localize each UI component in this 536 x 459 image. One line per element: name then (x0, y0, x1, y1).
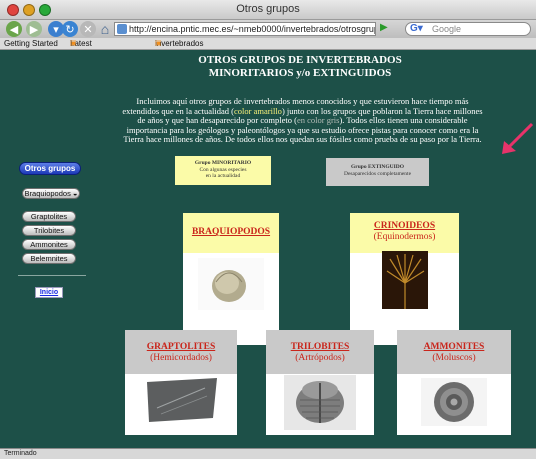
legend-extinguido: Grupo EXTINGUIDO Desaparecidos completam… (326, 158, 429, 186)
card-subtitle: (Hemicordados) (150, 352, 212, 363)
card-ammonites[interactable]: AMMONITES (Moluscos) (397, 330, 511, 435)
card-crinoideos[interactable]: CRINOIDEOS (Equinodermos) (350, 213, 459, 345)
shell-icon: ◒ (72, 189, 78, 198)
card-header: BRAQUIOPODOS (183, 227, 279, 238)
rss-icon: ▣ (70, 40, 77, 47)
page-title: OTROS GRUPOS DE INVERTEBRADOS MINORITARI… (150, 54, 450, 80)
google-icon: G▾ (410, 23, 423, 34)
card-header: TRILOBITES (Artrópodos) (266, 342, 374, 363)
nav-divider (18, 275, 86, 276)
ammonite-fossil-image[interactable] (421, 378, 487, 426)
card-subtitle: (Moluscos) (432, 352, 476, 363)
search-input[interactable]: G▾ Google (405, 22, 531, 36)
card-subtitle: (Artrópodos) (295, 352, 345, 363)
intro-paragraph: Incluimos aquí otros grupos de invertebr… (120, 96, 485, 145)
bookmarks-bar: Getting Started Latest Headlines ▣ inver… (0, 38, 536, 59)
address-bar[interactable]: http://encina.pntic.mec.es/~nmeb0000/inv… (114, 22, 376, 36)
card-title-ammonites[interactable]: AMMONITES (397, 342, 511, 353)
search-placeholder: Google (432, 24, 462, 34)
rss-icon: ▣ (155, 40, 162, 47)
web-page: OTROS GRUPOS DE INVERTEBRADOS MINORITARI… (0, 50, 536, 448)
nav-trilobites-button[interactable]: Trilobites (22, 225, 76, 236)
card-header: CRINOIDEOS (Equinodermos) (350, 221, 459, 242)
legend-minoritario-sub2: en la actualidad (205, 173, 241, 179)
address-text: http://encina.pntic.mec.es/~nmeb0000/inv… (129, 24, 375, 34)
reload-icon[interactable]: ↻ (62, 21, 78, 37)
braquiopodo-fossil-image[interactable] (198, 258, 264, 310)
nav-ammonites-button[interactable]: Ammonites (22, 239, 76, 250)
go-arrow-icon[interactable]: ▶ (380, 22, 392, 36)
window-title: Otros grupos (236, 3, 300, 15)
card-title-crinoideos[interactable]: CRINOIDEOS (350, 221, 459, 232)
card-graptolites[interactable]: GRAPTOLITES (Hemicordados) (125, 330, 237, 435)
stop-icon[interactable]: ✕ (80, 21, 96, 37)
card-braquiopodos[interactable]: BRAQUIOPODOS (183, 213, 279, 345)
bookmark-getting-started[interactable]: Getting Started (4, 38, 58, 49)
intro-yellow-text: color amarillo (234, 105, 282, 116)
intro-gray-text: en color gris (296, 115, 340, 126)
nav-otros-grupos-button[interactable]: Otros grupos (19, 162, 81, 175)
page-title-line1: OTROS GRUPOS DE INVERTEBRADOS (198, 54, 402, 66)
card-trilobites[interactable]: TRILOBITES (Artrópodos) (266, 330, 374, 435)
page-title-line2: MINORITARIOS y/o EXTINGUIDOS (208, 67, 392, 79)
card-header: AMMONITES (Moluscos) (397, 342, 511, 363)
browser-toolbar: ◀ ▶ ▾ ↻ ✕ ⌂ http://encina.pntic.mec.es/~… (0, 20, 536, 38)
nav-graptolites-button[interactable]: Graptolites (22, 211, 76, 222)
back-arrow-icon[interactable]: ◀ (6, 21, 22, 37)
nav-label: Braquiopodos (24, 189, 71, 198)
card-header: GRAPTOLITES (Hemicordados) (125, 342, 237, 363)
crinoideo-image[interactable] (382, 251, 428, 309)
nav-inicio-link[interactable]: Inicio (35, 287, 63, 298)
graptolite-fossil-image[interactable] (147, 378, 217, 422)
card-title-trilobites[interactable]: TRILOBITES (266, 342, 374, 353)
favicon-icon (117, 24, 127, 34)
card-subtitle: (Equinodermos) (373, 231, 436, 242)
trilobite-fossil-image[interactable] (284, 375, 356, 430)
card-title-graptolites[interactable]: GRAPTOLITES (125, 342, 237, 353)
pointer-arrow-icon (502, 122, 534, 154)
nav-braquiopodos-button[interactable]: Braquiopodos ◒ (22, 188, 80, 199)
window-titlebar: Otros grupos (0, 0, 536, 20)
status-bar: Terminado (0, 448, 536, 459)
legend-minoritario: Grupo MINORITARIO Con algunas especies e… (175, 156, 271, 185)
legend-extinguido-sub: Desaparecidos completamente (343, 170, 412, 177)
nav-belemnites-button[interactable]: Belemnites (22, 253, 76, 264)
home-icon[interactable]: ⌂ (97, 21, 113, 37)
card-title-braquiopodos[interactable]: BRAQUIOPODOS (183, 227, 279, 238)
forward-arrow-icon[interactable]: ▶ (26, 21, 42, 37)
